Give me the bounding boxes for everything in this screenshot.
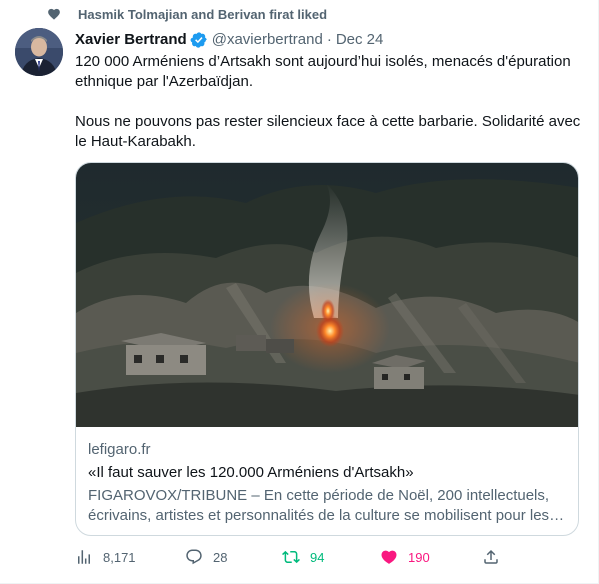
tweet-actions: 8,171 28 94 190 xyxy=(75,548,585,572)
views-button[interactable]: 8,171 xyxy=(75,548,136,566)
like-button[interactable]: 190 xyxy=(380,548,430,566)
card-description-line-1: FIGAROVOX/TRIBUNE – En cette période de … xyxy=(88,487,550,504)
retweet-icon xyxy=(282,550,300,564)
share-button[interactable] xyxy=(482,548,500,566)
tweet-paragraph-1: 120 000 Arméniens d’Artsakh sont aujourd… xyxy=(75,53,571,90)
views-icon xyxy=(78,550,90,564)
separator-dot: · xyxy=(326,31,332,48)
avatar[interactable] xyxy=(15,28,63,76)
author-handle[interactable]: @xavierbertrand xyxy=(212,30,323,50)
tweet-date[interactable]: Dec 24 xyxy=(336,30,384,50)
reply-button[interactable]: 28 xyxy=(185,548,227,566)
retweet-button[interactable]: 94 xyxy=(282,548,324,566)
link-card[interactable]: lefigaro.fr «Il faut sauver les 120.000 … xyxy=(75,162,579,536)
views-count: 8,171 xyxy=(103,549,136,565)
heart-icon xyxy=(48,8,60,20)
card-description-line-2: écrivains, artistes et personnalités de … xyxy=(88,507,568,524)
card-domain: lefigaro.fr xyxy=(88,441,151,458)
reply-icon xyxy=(186,549,202,565)
card-description: FIGAROVOX/TRIBUNE – En cette période de … xyxy=(88,486,568,526)
card-meta: lefigaro.fr «Il faut sauver les 120.000 … xyxy=(88,440,568,526)
retweet-count: 94 xyxy=(310,549,325,565)
tweet-paragraph-2: Nous ne pouvons pas rester silencieux fa… xyxy=(75,113,581,150)
reply-count: 28 xyxy=(213,549,228,565)
tweet-text: 120 000 Arméniens d’Artsakh sont aujourd… xyxy=(75,52,585,152)
share-icon xyxy=(484,549,498,564)
tweet-header: Xavier Bertrand @xavierbertrand · Dec 24 xyxy=(75,30,383,50)
author-name[interactable]: Xavier Bertrand xyxy=(75,30,187,50)
heart-filled-icon xyxy=(381,550,397,564)
social-context-text[interactable]: Hasmik Tolmajian and Berivan firat liked xyxy=(78,7,327,23)
burning-village-image xyxy=(76,163,578,427)
like-count: 190 xyxy=(408,549,430,565)
avatar-image xyxy=(15,28,63,76)
verified-badge-icon xyxy=(190,32,207,48)
card-title: «Il faut sauver les 120.000 Arméniens d'… xyxy=(88,464,414,481)
